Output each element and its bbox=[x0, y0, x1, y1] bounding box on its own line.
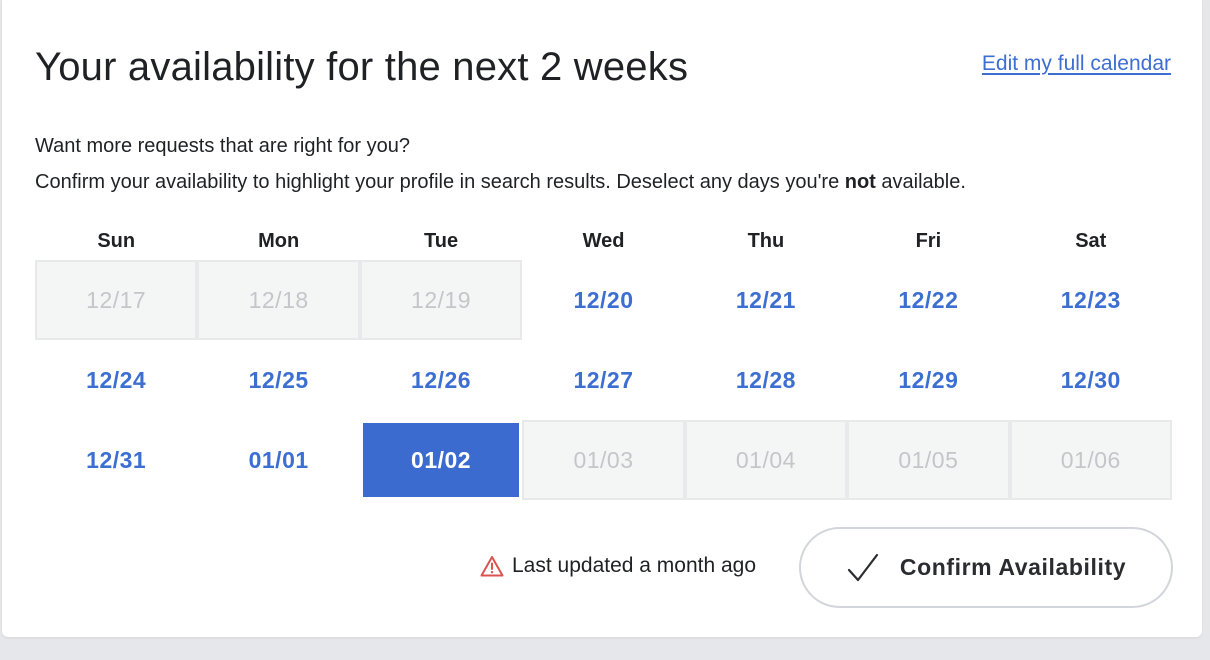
day-cell-01-05: 01/05 bbox=[847, 420, 1010, 500]
intro-line-1: Want more requests that are right for yo… bbox=[35, 135, 410, 157]
confirm-availability-button[interactable]: Confirm Availability bbox=[799, 527, 1173, 608]
day-cell-01-01[interactable]: 01/01 bbox=[197, 420, 359, 500]
intro-text: Want more requests that are right for yo… bbox=[35, 128, 966, 200]
day-cell-12-26[interactable]: 12/26 bbox=[360, 340, 522, 420]
availability-card: Your availability for the next 2 weeks E… bbox=[2, 0, 1202, 637]
day-cell-12-25[interactable]: 12/25 bbox=[197, 340, 359, 420]
day-cell-12-28[interactable]: 12/28 bbox=[685, 340, 847, 420]
intro-line-2-start: Confirm your availability to highlight y… bbox=[35, 171, 845, 193]
day-cell-12-22[interactable]: 12/22 bbox=[847, 260, 1009, 340]
weekday-tue: Tue bbox=[424, 230, 459, 252]
weekday-sat: Sat bbox=[1075, 230, 1107, 252]
day-cell-12-30[interactable]: 12/30 bbox=[1010, 340, 1172, 420]
intro-line-2-end: available. bbox=[875, 171, 966, 193]
calendar-week-1: 12/17 12/18 12/19 12/20 12/21 12/22 12/2… bbox=[35, 260, 1172, 340]
page-title: Your availability for the next 2 weeks bbox=[35, 45, 689, 89]
intro-line-2-emphasis: not bbox=[844, 171, 876, 193]
warning-icon bbox=[480, 556, 504, 577]
day-cell-12-31[interactable]: 12/31 bbox=[35, 420, 197, 500]
weekday-mon: Mon bbox=[258, 230, 300, 252]
weekday-sun: Sun bbox=[97, 230, 136, 252]
day-cell-12-29[interactable]: 12/29 bbox=[847, 340, 1009, 420]
checkmark-icon bbox=[847, 553, 878, 581]
calendar-week-2: 12/24 12/25 12/26 12/27 12/28 12/29 12/3… bbox=[35, 340, 1172, 420]
day-cell-12-23[interactable]: 12/23 bbox=[1010, 260, 1172, 340]
edit-calendar-link[interactable]: Edit my full calendar bbox=[982, 52, 1171, 76]
day-cell-12-18: 12/18 bbox=[197, 260, 360, 340]
weekday-thu: Thu bbox=[747, 230, 785, 252]
day-cell-12-20[interactable]: 12/20 bbox=[522, 260, 684, 340]
intro-line-2: Confirm your availability to highlight y… bbox=[35, 164, 966, 200]
day-cell-01-03: 01/03 bbox=[522, 420, 685, 500]
calendar-week-3: 12/31 01/01 01/02 01/03 01/04 01/05 01/0… bbox=[35, 420, 1172, 500]
day-cell-12-19: 12/19 bbox=[359, 260, 523, 340]
day-cell-12-24[interactable]: 12/24 bbox=[35, 340, 197, 420]
day-cell-01-02-selected[interactable]: 01/02 bbox=[362, 423, 520, 497]
weekday-fri: Fri bbox=[915, 230, 942, 252]
last-updated-status: Last updated a month ago bbox=[480, 554, 756, 578]
weekday-wed: Wed bbox=[582, 230, 625, 252]
day-cell-01-06: 01/06 bbox=[1009, 420, 1172, 500]
day-cell-12-27[interactable]: 12/27 bbox=[522, 340, 684, 420]
day-cell-12-21[interactable]: 12/21 bbox=[685, 260, 847, 340]
day-cell-12-17: 12/17 bbox=[35, 260, 198, 340]
last-updated-text: Last updated a month ago bbox=[512, 554, 757, 577]
confirm-availability-label: Confirm Availability bbox=[899, 554, 1127, 580]
day-cell-01-04: 01/04 bbox=[684, 420, 848, 500]
availability-calendar: Sun Mon Tue Wed Thu Fri Sat 12/17 12/18 … bbox=[35, 222, 1172, 500]
weekday-header-row: Sun Mon Tue Wed Thu Fri Sat bbox=[35, 222, 1172, 260]
